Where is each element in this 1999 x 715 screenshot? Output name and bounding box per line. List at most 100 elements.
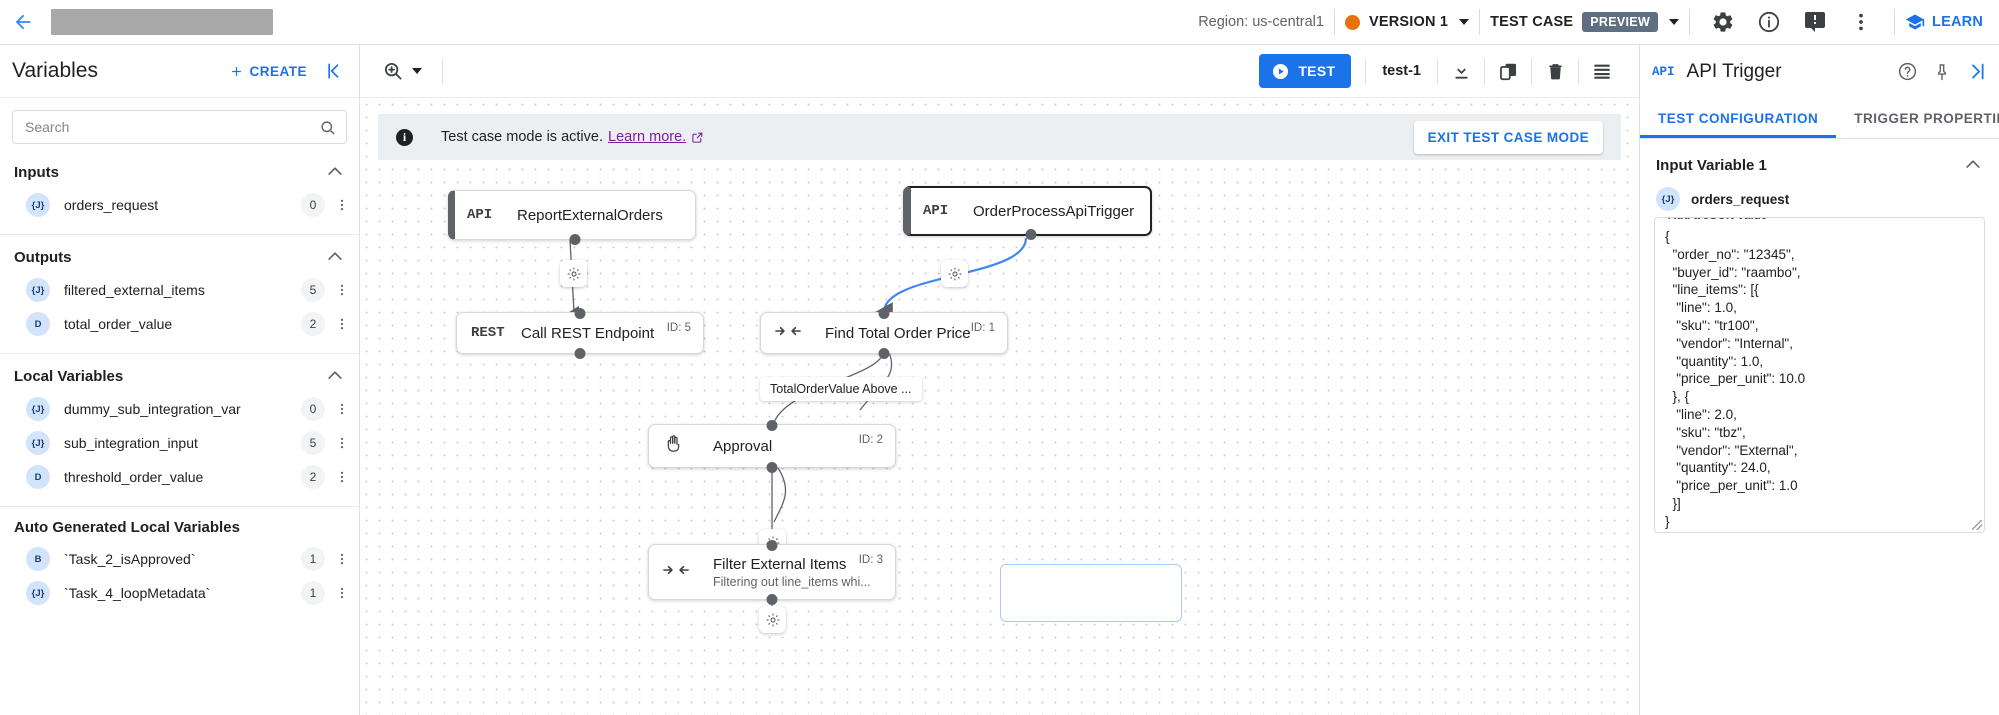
node-port-bottom[interactable]	[767, 594, 778, 605]
json-value-text[interactable]: { "order_no": "12345", "buyer_id": "raam…	[1665, 228, 1974, 531]
back-button[interactable]	[0, 11, 46, 33]
node-port-top[interactable]	[575, 308, 586, 319]
learn-button[interactable]: LEARN	[1905, 12, 1999, 32]
test-case-selector[interactable]: TEST CASE PREVIEW	[1490, 12, 1679, 32]
feedback-button[interactable]	[1792, 0, 1838, 45]
edge-condition-label[interactable]: TotalOrderValue Above ...	[760, 377, 922, 401]
more-vert-icon	[335, 282, 349, 298]
node-port-bottom[interactable]	[1025, 229, 1036, 240]
selection-outline-box[interactable]	[1000, 564, 1182, 622]
variable-more-button[interactable]	[335, 585, 349, 601]
variable-list-item[interactable]: {J}filtered_external_items5	[0, 273, 359, 307]
json-value-field[interactable]: Add a JSON value * { "order_no": "12345"…	[1654, 217, 1985, 533]
exit-test-case-mode-button[interactable]: EXIT TEST CASE MODE	[1414, 121, 1603, 154]
collapse-section-button[interactable]	[1963, 155, 1983, 175]
flow-node-report-external-orders[interactable]: API ReportExternalOrders	[448, 190, 696, 240]
test-mode-text: Test case mode is active.	[441, 129, 603, 145]
collapse-section-button[interactable]	[325, 162, 345, 182]
node-port-top[interactable]	[767, 420, 778, 431]
section-header-outputs[interactable]: Outputs	[0, 239, 359, 273]
help-button[interactable]	[1897, 61, 1918, 82]
info-button[interactable]	[1746, 0, 1792, 45]
version-selector[interactable]: VERSION 1	[1345, 14, 1469, 30]
section-header-local-variables[interactable]: Local Variables	[0, 358, 359, 392]
variable-type-badge: {J}	[26, 278, 50, 302]
node-label: OrderProcessApiTrigger	[973, 203, 1134, 220]
resize-handle[interactable]	[1972, 520, 1982, 530]
school-icon	[1905, 12, 1925, 32]
variable-list-item[interactable]: {J}orders_request0	[0, 188, 359, 222]
more-vert-icon	[335, 551, 349, 567]
variables-section: Auto Generated Local VariablesB`Task_2_i…	[0, 507, 359, 610]
node-port-bottom[interactable]	[570, 234, 581, 245]
variable-more-button[interactable]	[335, 401, 349, 417]
pin-button[interactable]	[1932, 62, 1952, 82]
variable-more-button[interactable]	[335, 282, 349, 298]
variable-more-button[interactable]	[335, 469, 349, 485]
chevron-down-icon	[1459, 19, 1469, 25]
test-case-label: TEST CASE	[1490, 14, 1573, 30]
variable-list-item[interactable]: {J}`Task_4_loopMetadata`1	[0, 576, 359, 610]
search-box[interactable]	[12, 110, 347, 144]
collapse-section-button[interactable]	[325, 366, 345, 386]
tab-trigger-properties[interactable]: TRIGGER PROPERTIES	[1836, 98, 1999, 138]
node-port-top[interactable]	[879, 308, 890, 319]
section-header-inputs[interactable]: Inputs	[0, 154, 359, 188]
variables-sidebar: Variables CREATE Inputs{J}orders_request…	[0, 45, 360, 715]
flow-node-approval[interactable]: Approval ID: 2	[648, 424, 896, 468]
test-case-name[interactable]: test-1	[1366, 63, 1437, 79]
canvas-toolbar-actions: TEST test-1	[1259, 49, 1625, 94]
details-panel-tabs: TEST CONFIGURATION TRIGGER PROPERTIES	[1640, 98, 1999, 139]
test-list-button[interactable]	[1579, 49, 1625, 94]
flow-canvas[interactable]: i Test case mode is active. Learn more. …	[360, 98, 1639, 715]
variable-usage-count: 5	[301, 278, 325, 302]
collapse-sidebar-button[interactable]	[325, 61, 345, 81]
create-variable-button[interactable]: CREATE	[229, 64, 307, 79]
delete-button[interactable]	[1532, 49, 1578, 94]
gear-icon	[1711, 10, 1735, 34]
gear-icon	[765, 612, 781, 628]
download-button[interactable]	[1438, 49, 1484, 94]
zoom-control[interactable]	[374, 60, 430, 82]
variable-more-button[interactable]	[335, 197, 349, 213]
node-port-top[interactable]	[767, 540, 778, 551]
chevron-up-icon	[325, 162, 345, 182]
node-port-bottom[interactable]	[767, 462, 778, 473]
expand-panel-button[interactable]	[1966, 61, 1987, 82]
flow-node-call-rest-endpoint[interactable]: REST Call REST Endpoint ID: 5	[456, 312, 704, 354]
flow-node-find-total-order-price[interactable]: Find Total Order Price ID: 1	[760, 312, 1008, 354]
flow-node-order-process-api-trigger[interactable]: API OrderProcessApiTrigger	[903, 186, 1152, 236]
edge-gear-button[interactable]	[941, 260, 968, 287]
divider	[1479, 9, 1480, 35]
node-port-bottom[interactable]	[879, 348, 890, 359]
tab-test-configuration[interactable]: TEST CONFIGURATION	[1640, 98, 1836, 138]
play-circle-icon	[1271, 62, 1290, 81]
variable-list-item[interactable]: {J}dummy_sub_integration_var0	[0, 392, 359, 426]
search-input[interactable]	[23, 118, 319, 136]
settings-button[interactable]	[1700, 0, 1746, 45]
section-header-auto-generated-local-variables[interactable]: Auto Generated Local Variables	[0, 511, 359, 542]
node-label: ReportExternalOrders	[517, 207, 663, 224]
node-port-bottom[interactable]	[575, 348, 586, 359]
learn-label: LEARN	[1932, 14, 1983, 30]
variable-more-button[interactable]	[335, 551, 349, 567]
input-variable-row[interactable]: {J} orders_request	[1654, 185, 1985, 217]
more-options-button[interactable]	[1838, 0, 1884, 45]
flow-node-filter-external-items[interactable]: Filter External Items Filtering out line…	[648, 544, 896, 600]
variable-list-item[interactable]: B`Task_2_isApproved`1	[0, 542, 359, 576]
edge-gear-button[interactable]	[759, 606, 786, 633]
duplicate-button[interactable]	[1485, 49, 1531, 94]
collapse-section-button[interactable]	[325, 247, 345, 267]
variable-list-item[interactable]: {J}sub_integration_input5	[0, 426, 359, 460]
data-mapping-icon	[775, 323, 825, 344]
variable-more-button[interactable]	[335, 435, 349, 451]
edge-gear-button[interactable]	[560, 260, 587, 287]
json-field-legend: Add a JSON value *	[1664, 217, 1779, 222]
pin-icon	[1932, 62, 1952, 82]
variable-list-item[interactable]: Dthreshold_order_value2	[0, 460, 359, 494]
more-vert-icon	[335, 316, 349, 332]
variable-list-item[interactable]: Dtotal_order_value2	[0, 307, 359, 341]
test-button[interactable]: TEST	[1259, 54, 1351, 88]
variable-more-button[interactable]	[335, 316, 349, 332]
learn-more-link[interactable]: Learn more.	[608, 129, 686, 145]
